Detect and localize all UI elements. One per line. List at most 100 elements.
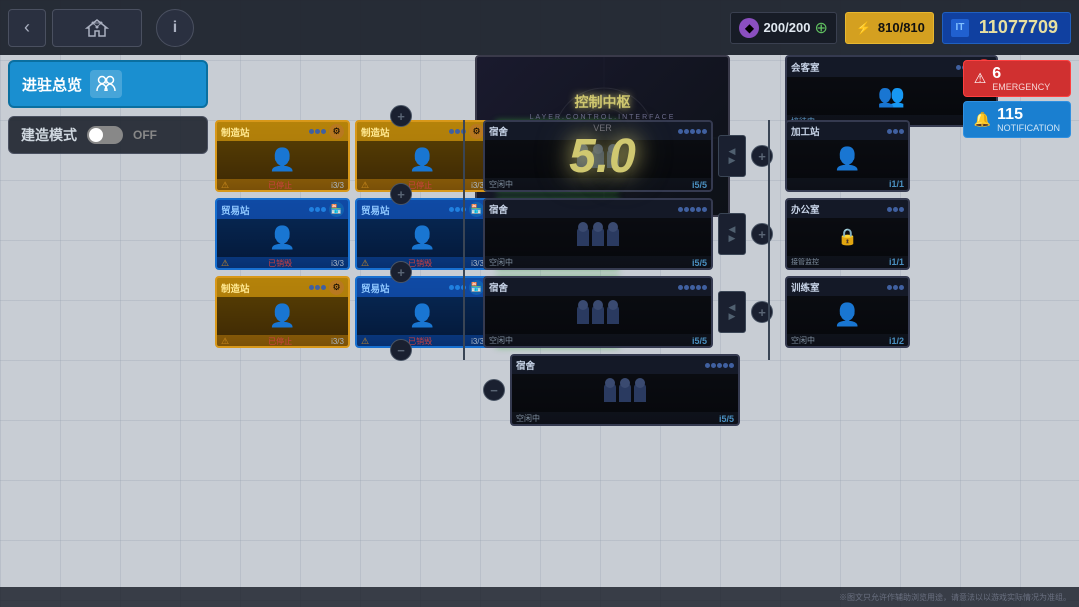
gear-icon: ⚙ (329, 124, 344, 139)
proc-capacity: i1/1 (889, 179, 904, 189)
office-container: 办公室 🔒 接管监控 i1/1 (785, 198, 910, 270)
score-icon: IT (951, 19, 969, 37)
meeting-worker: 👥 (878, 83, 905, 109)
manufacturing-2[interactable]: 制造站 ⚙ 👤 ⚠ 已停止 i3/3 (355, 120, 490, 192)
manufacturing-1[interactable]: 制造站 ⚙ 👤 ⚠ 已停止 i3/3 (215, 120, 350, 192)
game-area: 控制中枢 LAYER.CONTROL.INTERFACE VER 5.0 制造站… (215, 55, 1079, 587)
notification-label: NOTIFICATION (997, 124, 1060, 133)
facility-worker: 👤 (269, 147, 296, 173)
proc-worker: 👤 (834, 146, 861, 172)
trade-dots-1 (309, 207, 326, 212)
dormitory-2[interactable]: 宿舍 (483, 198, 713, 270)
emergency-count: 6 (992, 65, 1050, 83)
dorm-status-4: 空闲中 (516, 413, 540, 424)
dorm-workers-4 (600, 380, 650, 406)
train-dots (887, 285, 904, 290)
purple-resource-value: 200/200 (763, 20, 810, 35)
gear-icon-3: ⚙ (329, 280, 344, 295)
purple-add-button[interactable]: ⊕ (814, 18, 827, 38)
disclaimer-text: ※图文只允许作辅助浏览用途，请意法以以游戏实际情况为准组。 (839, 592, 1071, 603)
trade-worker-2: 👤 (409, 225, 436, 251)
home-button[interactable] (52, 9, 142, 47)
dorm-capacity-1: i5/5 (692, 180, 707, 190)
dorm-workers-3 (573, 302, 623, 328)
mfg-capacity-3: i3/3 (331, 337, 344, 346)
training-room[interactable]: 训练室 👤 空闲中 i1/2 (785, 276, 910, 348)
top-bar: ‹ i ◆ 200/200 ⊕ ⚡ (0, 0, 1079, 55)
dorm-status-2: 空闲中 (489, 257, 513, 268)
home-icon (85, 18, 109, 38)
dorm-conn-btn-3[interactable]: ◀▶ (718, 291, 746, 333)
overview-button[interactable]: 进驻总览 (8, 60, 208, 108)
dorm-status-3: 空闲中 (489, 335, 513, 346)
trade-status-2: 已销毁 (408, 258, 432, 269)
build-mode-state: OFF (133, 128, 157, 142)
plus-connector-bot-left[interactable]: + (390, 261, 412, 283)
trade-worker-1: 👤 (269, 225, 296, 251)
left-panel: 进驻总览 建造模式 OFF (8, 60, 208, 154)
dorm-conn-arrows-2: ◀▶ (729, 225, 736, 243)
gear-icon-2: ⚙ (469, 124, 484, 139)
training-container: 训练室 👤 空闲中 i1/2 (785, 276, 910, 348)
emergency-alert[interactable]: ⚠ 6 EMERGENCY (963, 60, 1071, 97)
energy-resource-icon: ⚡ (854, 18, 874, 38)
back-button[interactable]: ‹ (8, 9, 46, 47)
dorm-capacity-3: i5/5 (692, 336, 707, 346)
plus-connector-mid-left[interactable]: + (390, 183, 412, 205)
plus-connector-btm-left[interactable]: − (390, 339, 412, 361)
score-value: 11077709 (975, 17, 1062, 38)
dorm-dots-4 (705, 363, 734, 368)
warning-trade-1: ⚠ (221, 258, 229, 269)
dormitory-row-bottom: − 宿舍 (483, 354, 740, 426)
warning-mfg-3: ⚠ (221, 336, 229, 347)
dormitory-4[interactable]: 宿舍 (510, 354, 740, 426)
dormitory-3[interactable]: 宿舍 (483, 276, 713, 348)
trade-icon-3: 🏪 (469, 280, 484, 295)
office-dots (887, 207, 904, 212)
mfg-status-3: 已停止 (268, 336, 292, 347)
bottom-bar: ※图文只允许作辅助浏览用途，请意法以以游戏实际情况为准组。 (0, 587, 1079, 607)
trade-station-3[interactable]: 贸易站 🏪 👤 ⚠ 已销毁 i3/3 (355, 276, 490, 348)
proc-dots (887, 129, 904, 134)
dormitory-row-3: 宿舍 (483, 276, 773, 348)
trade-station-2[interactable]: 贸易站 🏪 👤 ⚠ 已销毁 i3/3 (355, 198, 490, 270)
trade-icon-1: 🏪 (329, 202, 344, 217)
office-status: 接管监控 (791, 257, 819, 267)
dorm-conn-btn-2[interactable]: ◀▶ (718, 213, 746, 255)
build-mode-toggle[interactable] (87, 126, 123, 144)
dorm-dots-3 (678, 285, 707, 290)
trade-station-1[interactable]: 贸易站 🏪 👤 ⚠ 已销毁 i3/3 (215, 198, 350, 270)
office[interactable]: 办公室 🔒 接管监控 i1/1 (785, 198, 910, 270)
processing-container: 加工站 👤 i1/1 (785, 120, 910, 192)
dorm-conn-btn-1[interactable]: ◀▶ (718, 135, 746, 177)
nav-controls: ‹ i (8, 9, 194, 47)
resource-purple: ◆ 200/200 ⊕ (730, 12, 836, 44)
resource-bar: ◆ 200/200 ⊕ ⚡ 810/810 IT 11077709 (730, 12, 1071, 44)
build-mode-row: 建造模式 OFF (8, 116, 208, 154)
trade-icon-2: 🏪 (469, 202, 484, 217)
control-center-version: 5.0 (569, 133, 636, 181)
info-icon: i (173, 19, 177, 37)
score-item: IT 11077709 (942, 12, 1071, 44)
dorm-capacity-2: i5/5 (692, 258, 707, 268)
notification-alert[interactable]: 🔔 115 NOTIFICATION (963, 101, 1071, 138)
purple-resource-icon: ◆ (739, 18, 759, 38)
manufacturing-3[interactable]: 制造站 ⚙ 👤 ⚠ 已停止 i3/3 (215, 276, 350, 348)
warning-trade-2: ⚠ (361, 258, 369, 269)
trade-status-3: 已销毁 (408, 336, 432, 347)
vertical-separator-2 (768, 120, 770, 360)
train-capacity: i1/2 (889, 336, 904, 346)
back-icon: ‹ (24, 17, 30, 38)
dorm-minus-bot[interactable]: − (483, 379, 505, 401)
trade-capacity-1: i3/3 (331, 259, 344, 268)
status-dots-1 (309, 129, 326, 134)
alerts-panel: ⚠ 6 EMERGENCY 🔔 115 NOTIFICATION (963, 60, 1071, 138)
info-button[interactable]: i (156, 9, 194, 47)
overview-icon (90, 70, 122, 98)
dorm-dots-2 (678, 207, 707, 212)
plus-connector-top-left[interactable]: + (390, 105, 412, 127)
processing-station[interactable]: 加工站 👤 i1/1 (785, 120, 910, 192)
emergency-label: EMERGENCY (992, 83, 1050, 92)
facility-worker-2: 👤 (409, 147, 436, 173)
dorm-capacity-4: i5/5 (719, 414, 734, 424)
